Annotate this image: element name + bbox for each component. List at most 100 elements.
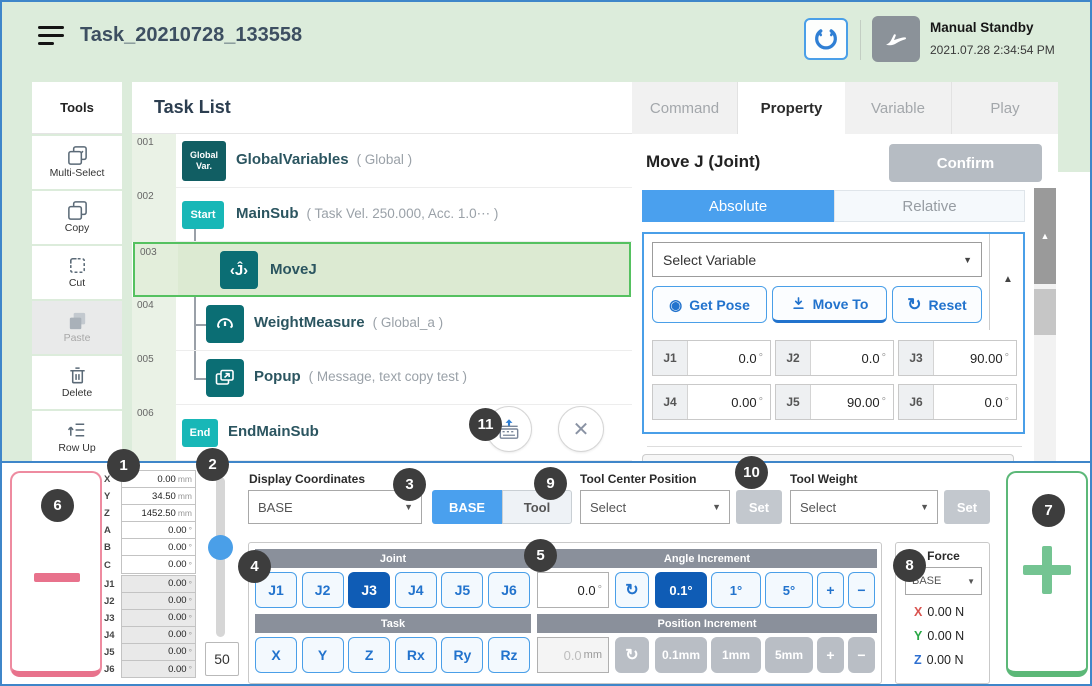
speed-value[interactable]: 50 [205, 642, 239, 676]
mode-absolute[interactable]: Absolute [642, 190, 834, 222]
angle-reset-button[interactable]: ↻ [615, 572, 649, 608]
joint-field-j6[interactable]: J6 0.0° [898, 384, 1017, 420]
status-text: Manual Standby [930, 20, 1034, 35]
coord-row: J50.00° [104, 644, 196, 661]
force-y: Y0.00 N [914, 629, 964, 643]
angle-preset-1[interactable]: 1° [711, 572, 761, 608]
chevron-down-icon: ▼ [712, 502, 729, 512]
reset-button[interactable]: ↻ Reset [892, 286, 982, 323]
jog-rx-button[interactable]: Rx [395, 637, 437, 673]
move-to-button[interactable]: Move To [772, 286, 887, 323]
slider-knob[interactable] [208, 535, 233, 560]
get-pose-button[interactable]: ◉ Get Pose [652, 286, 767, 323]
joint-field-j2[interactable]: J2 0.0° [775, 340, 894, 376]
target-icon: ◉ [669, 296, 682, 314]
jog-j6-button[interactable]: J6 [488, 572, 530, 608]
tab-property[interactable]: Property [738, 82, 845, 134]
tools-header: Tools [32, 82, 122, 134]
jog-j2-button[interactable]: J2 [302, 572, 344, 608]
jog-j4-button[interactable]: J4 [395, 572, 437, 608]
angle-minus-button[interactable]: − [848, 572, 875, 608]
divider [647, 446, 1022, 447]
angle-plus-button[interactable]: + [817, 572, 844, 608]
tool-multi-select[interactable]: Multi-Select [32, 136, 122, 189]
joint-field-j3[interactable]: J3 90.00° [898, 340, 1017, 376]
field-label: J3 [899, 341, 934, 375]
end-badge: End [182, 419, 218, 447]
scroll-up-icon: ▲ [1041, 231, 1050, 241]
scrollbar[interactable]: ▲ [1034, 188, 1056, 461]
tab-play[interactable]: Play [952, 82, 1058, 134]
callout-1: 1 [107, 449, 140, 482]
task-row[interactable]: 001 Global Var. GlobalVariables( Global … [132, 134, 632, 188]
frame-base-toggle[interactable]: BASE [432, 490, 502, 524]
angle-preset-5[interactable]: 5° [765, 572, 813, 608]
force-x: X0.00 N [914, 605, 964, 619]
global-var-badge: Global Var. [182, 141, 226, 181]
coord-row: A0.00° [104, 522, 196, 539]
tool-cut[interactable]: Cut [32, 246, 122, 299]
confirm-button[interactable]: Confirm [889, 144, 1042, 182]
field-value: 0.0° [688, 341, 770, 375]
jog-j3-button[interactable]: J3 [348, 572, 390, 608]
scrollbar-thumb-up[interactable]: ▲ [1034, 188, 1056, 284]
mode-relative[interactable]: Relative [834, 190, 1025, 222]
task-name: GlobalVariables( Global ) [236, 151, 412, 168]
joint-field-j5[interactable]: J5 90.00° [775, 384, 894, 420]
coord-row: Z1452.50mm [104, 505, 196, 522]
callout-7: 7 [1032, 494, 1065, 527]
header-divider [860, 20, 861, 60]
tab-command[interactable]: Command [632, 82, 738, 134]
close-jog-button[interactable]: ✕ [558, 406, 604, 452]
task-row-selected[interactable]: 003 ‹Ĵ› MoveJ [133, 242, 631, 297]
callout-11: 11 [469, 408, 502, 441]
angle-increment-header: Angle Increment [537, 549, 877, 568]
task-row[interactable]: 002 Start MainSub( Task Vel. 250.000, Ac… [132, 188, 632, 242]
task-row[interactable]: 004 WeightMeasure( Global_a ) [132, 297, 632, 351]
field-label: J5 [776, 385, 811, 419]
tool-weight-dropdown[interactable]: Select ▼ [790, 490, 938, 524]
jog-controls: Joint J1 J2 J3 J4 J5 J6 Task X Y Z Rx Ry… [248, 542, 882, 684]
manual-mode-button[interactable] [872, 16, 920, 62]
jog-z-button[interactable]: Z [348, 637, 390, 673]
task-row[interactable]: 005 Popup( Message, text copy test ) [132, 351, 632, 405]
row-up-icon [32, 411, 122, 442]
row-number: 006 [132, 405, 176, 461]
row-number: 001 [132, 134, 176, 188]
jog-y-button[interactable]: Y [302, 637, 344, 673]
jog-x-button[interactable]: X [255, 637, 297, 673]
joint-field-j1[interactable]: J1 0.0° [652, 340, 771, 376]
angle-preset-01[interactable]: 0.1° [655, 572, 707, 608]
chevron-down-icon: ▼ [963, 255, 981, 265]
position-minus-button: − [848, 637, 875, 673]
minus-icon [34, 573, 80, 582]
select-variable-dropdown[interactable]: Select Variable ▼ [652, 242, 982, 277]
joint-field-j4[interactable]: J4 0.00° [652, 384, 771, 420]
field-label: J4 [653, 385, 688, 419]
field-value: 0.00° [688, 385, 770, 419]
tcp-set-button[interactable]: Set [736, 490, 782, 524]
menu-icon[interactable] [38, 26, 64, 50]
jog-j5-button[interactable]: J5 [441, 572, 483, 608]
force-z: Z0.00 N [914, 653, 963, 667]
tcp-label: Tool Center Position [580, 472, 696, 486]
angle-increment-input[interactable]: 0.0° [537, 572, 609, 608]
task-name: Popup( Message, text copy test ) [254, 368, 467, 385]
cut-icon [32, 246, 122, 277]
next-section-edge [642, 454, 1014, 461]
tool-weight-set-button[interactable]: Set [944, 490, 990, 524]
chevron-down-icon: ▼ [404, 502, 421, 512]
jog-ry-button[interactable]: Ry [441, 637, 483, 673]
scrollbar-thumb[interactable] [1034, 289, 1056, 335]
tool-label: Copy [32, 222, 122, 234]
collapse-arrow[interactable]: ▲ [996, 274, 1020, 294]
robot-jog-button[interactable] [804, 18, 848, 60]
task-list-title: Task List [154, 97, 231, 118]
chevron-down-icon: ▼ [920, 502, 937, 512]
tcp-dropdown[interactable]: Select ▼ [580, 490, 730, 524]
tab-variable[interactable]: Variable [845, 82, 952, 134]
jog-rz-button[interactable]: Rz [488, 637, 530, 673]
tool-copy[interactable]: Copy [32, 191, 122, 244]
dropdown-value: Select [791, 500, 920, 515]
tool-delete[interactable]: Delete [32, 356, 122, 409]
